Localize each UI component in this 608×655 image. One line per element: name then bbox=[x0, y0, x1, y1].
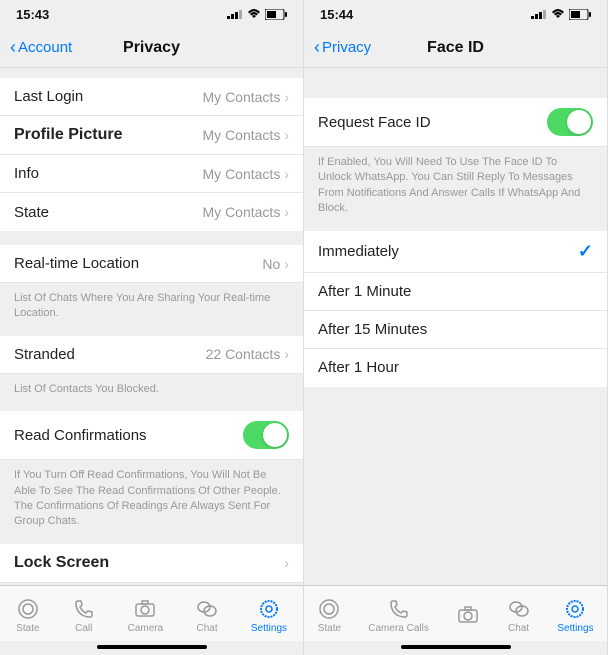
camera-icon bbox=[456, 603, 480, 627]
option-1-hour[interactable]: After 1 Hour bbox=[304, 349, 607, 387]
status-time: 15:44 bbox=[320, 7, 353, 22]
wifi-icon bbox=[551, 9, 565, 19]
tab-call[interactable]: Call bbox=[72, 597, 96, 634]
faceid-footer: If Enabled, You Will Need To Use The Fac… bbox=[304, 147, 607, 225]
location-footer: List Of Chats Where You Are Sharing Your… bbox=[0, 283, 303, 330]
row-label: Request Face ID bbox=[318, 114, 431, 131]
row-label: Immediately bbox=[318, 243, 399, 260]
circle-icon bbox=[317, 597, 341, 621]
row-label: Stranded bbox=[14, 346, 75, 363]
stranded-row[interactable]: Stranded 22 Contacts› bbox=[0, 336, 303, 374]
read-footer: If You Turn Off Read Confirmations, You … bbox=[0, 460, 303, 538]
tab-call[interactable]: Camera Calls bbox=[368, 597, 429, 634]
status-bar: 15:43 bbox=[0, 0, 303, 28]
signal-icon bbox=[227, 9, 243, 19]
option-15-minutes[interactable]: After 15 Minutes bbox=[304, 311, 607, 349]
read-confirmations-toggle[interactable] bbox=[243, 421, 289, 449]
row-label: Profile Picture bbox=[14, 126, 122, 144]
gear-icon bbox=[563, 597, 587, 621]
chat-icon bbox=[195, 597, 219, 621]
wifi-icon bbox=[247, 9, 261, 19]
tab-bar: State Call Camera Chat Settings bbox=[0, 585, 303, 641]
tab-bar: State Camera Calls Chat Settings bbox=[304, 585, 607, 641]
row-value: › bbox=[284, 555, 289, 571]
circle-icon bbox=[16, 597, 40, 621]
chat-icon bbox=[507, 597, 531, 621]
status-bar: 15:44 bbox=[304, 0, 607, 28]
row-label: Last Login bbox=[14, 88, 83, 105]
info-row[interactable]: Info My Contacts› bbox=[0, 155, 303, 193]
row-label: Lock Screen bbox=[14, 554, 109, 572]
chevron-right-icon: › bbox=[284, 127, 289, 143]
status-icons bbox=[531, 9, 591, 20]
row-value: My Contacts› bbox=[203, 204, 289, 220]
page-title: Privacy bbox=[123, 39, 180, 57]
row-value: My Contacts› bbox=[203, 89, 289, 105]
tab-camera[interactable]: Camera bbox=[128, 597, 164, 634]
nav-bar: ‹ Privacy Face ID bbox=[304, 28, 607, 68]
phone-icon bbox=[72, 597, 96, 621]
home-indicator bbox=[401, 645, 511, 649]
row-value: My Contacts› bbox=[203, 127, 289, 143]
chevron-right-icon: › bbox=[284, 204, 289, 220]
gear-icon bbox=[257, 597, 281, 621]
request-faceid-toggle[interactable] bbox=[547, 108, 593, 136]
status-time: 15:43 bbox=[16, 7, 49, 22]
page-title: Face ID bbox=[427, 39, 484, 57]
row-label: Real-time Location bbox=[14, 255, 139, 272]
tab-chat[interactable]: Chat bbox=[507, 597, 531, 634]
right-phone: 15:44 ‹ Privacy Face ID Request Face ID … bbox=[304, 0, 608, 655]
location-row[interactable]: Real-time Location No› bbox=[0, 245, 303, 283]
content: Request Face ID If Enabled, You Will Nee… bbox=[304, 68, 607, 585]
chevron-left-icon: ‹ bbox=[314, 37, 320, 58]
back-button[interactable]: ‹ Account bbox=[10, 37, 72, 58]
chevron-right-icon: › bbox=[284, 89, 289, 105]
tab-state[interactable]: State bbox=[16, 597, 40, 634]
battery-icon bbox=[569, 9, 591, 20]
back-button[interactable]: ‹ Privacy bbox=[314, 37, 371, 58]
row-value: My Contacts› bbox=[203, 166, 289, 182]
status-icons bbox=[227, 9, 287, 20]
content: Last Login My Contacts› Profile Picture … bbox=[0, 68, 303, 585]
row-label: After 1 Hour bbox=[318, 359, 399, 376]
chevron-right-icon: › bbox=[284, 555, 289, 571]
stranded-footer: List Of Contacts You Blocked. bbox=[0, 374, 303, 405]
last-login-row[interactable]: Last Login My Contacts› bbox=[0, 78, 303, 116]
checkmark-icon: ✓ bbox=[578, 241, 593, 262]
tab-camera[interactable] bbox=[456, 603, 480, 629]
state-row[interactable]: State My Contacts› bbox=[0, 193, 303, 231]
tab-state[interactable]: State bbox=[317, 597, 341, 634]
option-1-minute[interactable]: After 1 Minute bbox=[304, 273, 607, 311]
battery-icon bbox=[265, 9, 287, 20]
tab-settings[interactable]: Settings bbox=[557, 597, 593, 634]
phone-icon bbox=[387, 597, 411, 621]
nav-bar: ‹ Account Privacy bbox=[0, 28, 303, 68]
row-value: No› bbox=[262, 256, 289, 272]
camera-icon bbox=[133, 597, 157, 621]
read-confirmations-row: Read Confirmations bbox=[0, 411, 303, 460]
profile-picture-row[interactable]: Profile Picture My Contacts› bbox=[0, 116, 303, 155]
signal-icon bbox=[531, 9, 547, 19]
request-faceid-row: Request Face ID bbox=[304, 98, 607, 147]
lock-screen-row[interactable]: Lock Screen › bbox=[0, 544, 303, 583]
tab-chat[interactable]: Chat bbox=[195, 597, 219, 634]
chevron-right-icon: › bbox=[284, 166, 289, 182]
left-phone: 15:43 ‹ Account Privacy Last Login My Co… bbox=[0, 0, 304, 655]
row-label: After 15 Minutes bbox=[318, 321, 427, 338]
chevron-right-icon: › bbox=[284, 346, 289, 362]
row-label: State bbox=[14, 204, 49, 221]
chevron-right-icon: › bbox=[284, 256, 289, 272]
option-immediately[interactable]: Immediately ✓ bbox=[304, 231, 607, 273]
row-label: After 1 Minute bbox=[318, 283, 411, 300]
row-label: Read Confirmations bbox=[14, 427, 147, 444]
chevron-left-icon: ‹ bbox=[10, 37, 16, 58]
home-indicator bbox=[97, 645, 207, 649]
tab-settings[interactable]: Settings bbox=[251, 597, 287, 634]
row-label: Info bbox=[14, 165, 39, 182]
row-value: 22 Contacts› bbox=[206, 346, 289, 362]
